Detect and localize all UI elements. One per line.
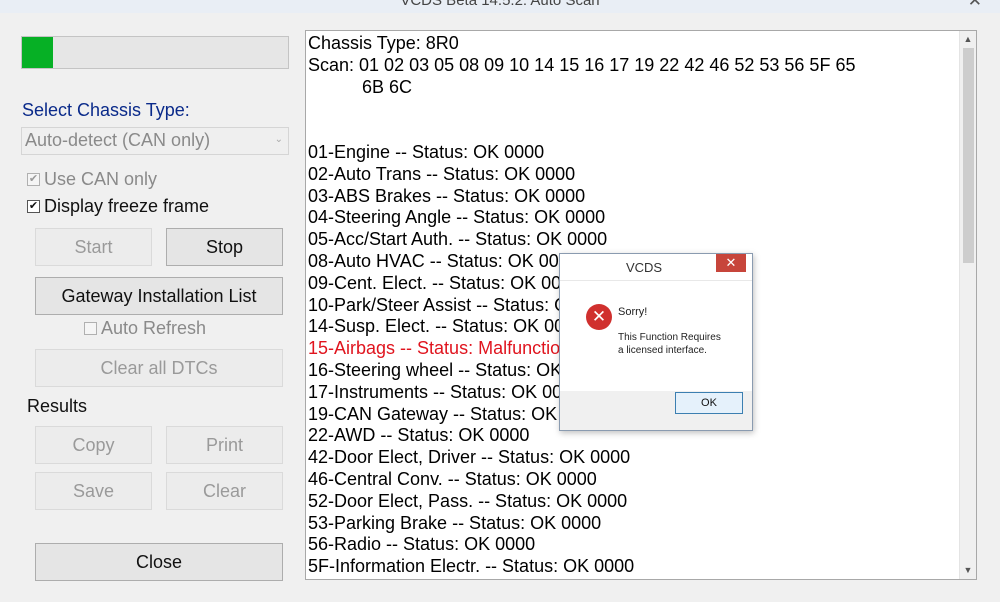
ok-button[interactable]: OK (675, 392, 743, 414)
clear-button[interactable]: Clear (166, 472, 283, 510)
save-button[interactable]: Save (35, 472, 152, 510)
log-scrollbar[interactable]: ▲ ▼ (959, 31, 976, 579)
results-label: Results (27, 396, 88, 416)
scan-progress-bar (21, 36, 289, 69)
close-button[interactable]: Close (35, 543, 283, 581)
error-icon: ✕ (586, 304, 612, 330)
gateway-installation-list-button[interactable]: Gateway Installation List (35, 277, 283, 315)
copy-button[interactable]: Copy (35, 426, 152, 464)
dialog-titlebar: VCDS ✕ (560, 254, 752, 281)
dialog-message-line2: a licensed interface. (618, 345, 707, 356)
log-line: 53-Parking Brake -- Status: OK 0000 (308, 512, 602, 533)
chassis-type-value: Auto-detect (CAN only) (25, 130, 211, 150)
progress-fill (22, 37, 53, 68)
use-can-only-checkbox[interactable]: ✔ Use CAN only (27, 168, 157, 190)
dialog-title: VCDS (625, 260, 663, 275)
log-line: 05-Acc/Start Auth. -- Status: OK 0000 (308, 229, 608, 250)
window-close-icon[interactable]: ✕ (968, 0, 982, 11)
log-line: 04-Steering Angle -- Status: OK 0000 (308, 207, 606, 228)
checkbox-box[interactable]: ✔ (27, 199, 40, 213)
log-line: 52-Door Elect, Pass. -- Status: OK 0000 (308, 490, 628, 511)
log-line: Chassis Type: 8R0 (308, 33, 459, 53)
clear-all-dtcs-button[interactable]: Clear all DTCs (35, 349, 283, 387)
error-dialog: VCDS ✕ ✕ Sorry! This Function Requires a… (559, 253, 753, 431)
scroll-thumb[interactable] (963, 48, 974, 263)
log-line: 42-Door Elect, Driver -- Status: OK 0000 (308, 447, 631, 468)
auto-refresh-checkbox[interactable]: Auto Refresh (84, 317, 206, 339)
log-line: 56-Radio -- Status: OK 0000 (308, 534, 536, 555)
log-line: Scan: 01 02 03 05 08 09 10 14 15 16 17 1… (308, 54, 856, 75)
dialog-body: ✕ Sorry! This Function Requires a licens… (566, 281, 748, 391)
scroll-down-icon[interactable]: ▼ (960, 562, 976, 579)
log-line: 5F-Information Electr. -- Status: OK 000… (308, 556, 635, 577)
checkbox-label: Auto Refresh (101, 317, 207, 338)
log-line: 01-Engine -- Status: OK 0000 (308, 141, 545, 162)
display-freeze-frame-checkbox[interactable]: ✔ Display freeze frame (27, 195, 209, 217)
log-line: 02-Auto Trans -- Status: OK 0000 (308, 163, 576, 184)
print-button[interactable]: Print (166, 426, 283, 464)
dialog-heading: Sorry! (618, 306, 648, 318)
dialog-footer: OK (560, 391, 752, 430)
checkbox-label: Display freeze frame (44, 195, 210, 216)
checkbox-box[interactable] (84, 321, 97, 335)
chassis-type-dropdown[interactable]: Auto-detect (CAN only) ⌄ (21, 127, 289, 155)
dialog-message-line1: This Function Requires (618, 332, 721, 343)
chevron-down-icon: ⌄ (274, 134, 283, 145)
log-line: 03-ABS Brakes -- Status: OK 0000 (308, 185, 586, 206)
start-button[interactable]: Start (35, 228, 152, 266)
log-line: 46-Central Conv. -- Status: OK 0000 (308, 468, 597, 489)
select-chassis-label: Select Chassis Type: (22, 100, 190, 120)
window-title: VCDS Beta 14.5.2: Auto Scan (400, 0, 600, 9)
stop-button[interactable]: Stop (166, 228, 283, 266)
window-titlebar: VCDS Beta 14.5.2: Auto Scan ✕ (0, 0, 1000, 13)
log-line: 6B 6C (362, 76, 413, 97)
checkbox-box[interactable]: ✔ (27, 172, 40, 186)
checkbox-label: Use CAN only (44, 168, 158, 189)
scroll-up-icon[interactable]: ▲ (960, 31, 976, 48)
dialog-close-icon[interactable]: ✕ (716, 254, 746, 272)
